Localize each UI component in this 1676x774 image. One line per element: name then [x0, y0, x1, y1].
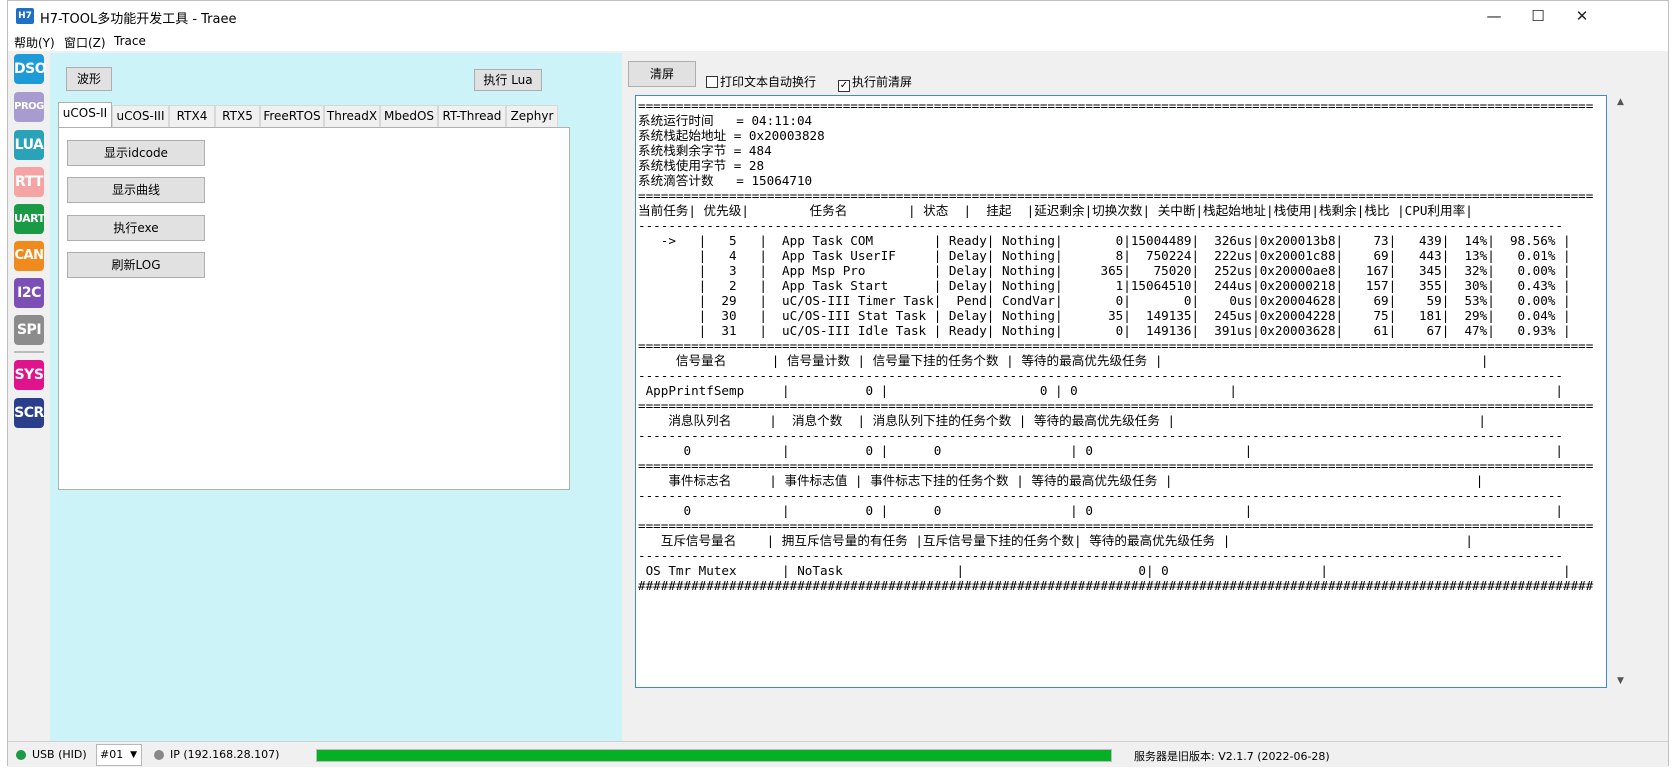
output-console[interactable]: ========================================… — [635, 95, 1607, 688]
server-version-text: 服务器是旧版本: V2.1.7 (2022-06-28) — [1134, 750, 1330, 763]
device-select-value: #01 — [100, 748, 124, 761]
auto-wrap-label: 打印文本自动换行 — [720, 75, 817, 89]
tool-strip: DSO PROG LUA RTT UART CAN I2C SPI SYS SC… — [8, 53, 48, 741]
lua-button[interactable]: LUA — [14, 130, 44, 160]
tab-rt-thread[interactable]: RT-Thread — [438, 105, 506, 127]
spi-button[interactable]: SPI — [14, 315, 44, 345]
tab-content: 显示idcode 显示曲线 执行exe 刷新LOG — [58, 127, 570, 490]
clear-before-run-checkbox[interactable]: ✓ 执行前清屏 — [838, 73, 912, 92]
usb-status-text: USB (HID) — [32, 748, 87, 761]
console-text: ========================================… — [638, 98, 1594, 593]
minimize-button[interactable]: — — [1472, 5, 1516, 27]
auto-wrap-checkbox[interactable]: 打印文本自动换行 — [706, 73, 816, 90]
tool-separator — [14, 351, 44, 353]
scroll-up-icon[interactable]: ▲ — [1612, 97, 1629, 107]
ip-status-dot-icon — [154, 750, 164, 760]
tab-rtx4[interactable]: RTX4 — [169, 105, 215, 127]
wave-button[interactable]: 波形 — [66, 67, 112, 91]
device-select[interactable]: #01 ▼ — [96, 744, 142, 766]
show-idcode-button[interactable]: 显示idcode — [67, 140, 205, 166]
dso-button[interactable]: DSO — [14, 54, 47, 84]
tab-freertos[interactable]: FreeRTOS — [260, 105, 324, 127]
menu-bar: 帮助(Y) 窗口(Z) Trace — [8, 31, 1668, 51]
i2c-button[interactable]: I2C — [14, 278, 44, 308]
clear-screen-button[interactable]: 清屏 — [628, 61, 696, 87]
chevron-down-icon[interactable]: ▼ — [130, 745, 137, 765]
tab-threadx[interactable]: ThreadX — [324, 105, 380, 127]
scroll-down-icon[interactable]: ▼ — [1612, 676, 1629, 686]
right-panel: 清屏 打印文本自动换行 ✓ 执行前清屏 =====================… — [626, 53, 1666, 741]
title-bar: H7 H7-TOOL多功能开发工具 - Traee — ☐ ✕ — [8, 1, 1668, 31]
can-button[interactable]: CAN — [14, 241, 44, 271]
tab-zephyr[interactable]: Zephyr — [506, 105, 558, 127]
refresh-log-button[interactable]: 刷新LOG — [67, 252, 205, 278]
prog-button[interactable]: PROG — [14, 92, 44, 122]
progress-bar — [316, 749, 1112, 762]
console-scrollbar[interactable]: ▲ ▼ — [1612, 95, 1629, 688]
app-window: H7 H7-TOOL多功能开发工具 - Traee — ☐ ✕ 帮助(Y) 窗口… — [7, 0, 1669, 767]
tab-ucos-iii[interactable]: uCOS-III — [112, 105, 169, 127]
run-exe-button[interactable]: 执行exe — [67, 215, 205, 241]
window-title: H7-TOOL多功能开发工具 - Traee — [40, 12, 237, 27]
run-lua-button[interactable]: 执行 Lua — [474, 69, 542, 91]
close-button[interactable]: ✕ — [1560, 5, 1604, 27]
show-curve-button[interactable]: 显示曲线 — [67, 177, 205, 203]
progress-fill — [317, 750, 1111, 761]
usb-status-dot-icon — [16, 750, 26, 760]
clear-before-run-label: 执行前清屏 — [852, 75, 913, 89]
app-logo-icon: H7 — [16, 8, 34, 24]
tab-ucos-ii[interactable]: uCOS-II — [58, 102, 112, 127]
scr-button[interactable]: SCR — [14, 398, 44, 428]
maximize-button[interactable]: ☐ — [1516, 5, 1560, 27]
rtt-button[interactable]: RTT — [14, 167, 44, 197]
menu-help[interactable]: 帮助(Y) — [14, 34, 55, 51]
ip-status-text: IP (192.168.28.107) — [170, 748, 280, 761]
auto-wrap-box[interactable] — [706, 76, 718, 88]
tab-rtx5[interactable]: RTX5 — [215, 105, 260, 127]
tab-mbedos[interactable]: MbedOS — [380, 105, 438, 127]
clear-before-run-box[interactable]: ✓ — [838, 80, 850, 92]
sys-button[interactable]: SYS — [14, 360, 44, 390]
status-bar: USB (HID) #01 ▼ IP (192.168.28.107) 服务器是旧… — [8, 741, 1668, 767]
left-panel: 波形 执行 Lua uCOS-II uCOS-III RTX4 RTX5 Fre… — [50, 53, 622, 741]
menu-trace[interactable]: Trace — [114, 34, 146, 48]
uart-button[interactable]: UART — [14, 204, 45, 234]
menu-window[interactable]: 窗口(Z) — [64, 34, 106, 51]
